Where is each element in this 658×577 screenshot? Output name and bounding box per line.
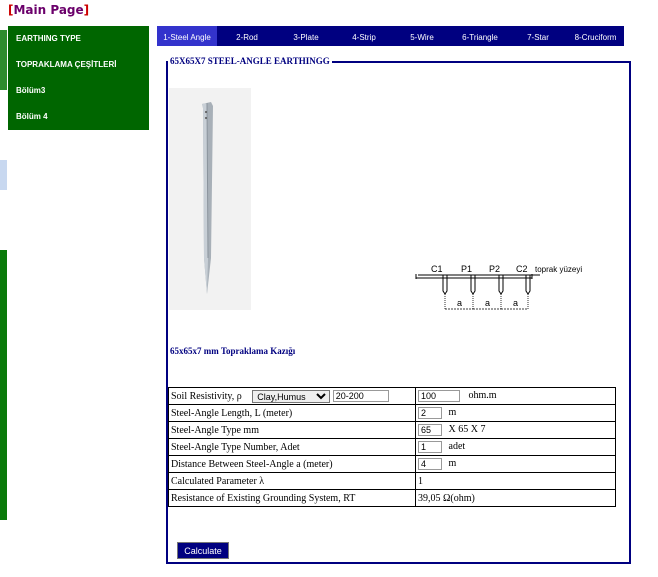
resistance-label: Resistance of Existing Grounding System,… [168,489,416,507]
stake-caption: 65x65x7 mm Topraklama Kazığı [170,346,296,356]
resistance-value: 39,05 Ω(ohm) [415,489,616,507]
table-row: Steel-Angle Type mm X 65 X 7 [168,421,616,439]
tab-wire[interactable]: 5-Wire [393,26,451,46]
soil-range-field[interactable] [332,390,389,402]
calculated-parameter-label: Calculated Parameter λ [168,472,416,490]
table-cell: X 65 X 7 [415,421,616,439]
table-cell: Soil Resistivity, ρ Clay,Humus [168,387,416,405]
steel-angle-type-unit: X 65 X 7 [448,424,486,436]
bracket-close: ] [83,3,90,17]
left-edge-strip [0,0,7,577]
sidebar-item-earthing-type[interactable]: EARTHING TYPE [16,34,81,43]
diagram-label-c1: C1 [431,264,443,274]
steel-angle-number-unit: adet [448,441,466,453]
main-page-link[interactable]: Main Page [13,3,83,17]
soil-resistivity-label: Soil Resistivity, ρ [171,390,242,402]
steel-angle-type-label: Steel-Angle Type mm [168,421,416,439]
steel-angle-distance-input[interactable] [418,458,442,470]
steel-angle-stake-icon [202,102,213,294]
tab-plate[interactable]: 3-Plate [277,26,335,46]
calculate-button[interactable]: Calculate [177,542,229,559]
steel-angle-length-unit: m [448,407,457,419]
tab-star[interactable]: 7-Star [509,26,567,46]
sidebar-item-bolum3[interactable]: Bölüm3 [16,86,45,95]
diagram-spacing-a1: a [457,298,462,308]
steel-angle-distance-label: Distance Between Steel-Angle a (meter) [168,455,416,473]
table-row: Soil Resistivity, ρ Clay,Humus ohm.m [168,387,616,405]
table-cell: ohm.m [415,387,616,405]
tab-strip[interactable]: 4-Strip [335,26,393,46]
tab-bar: 1-Steel Angle 2-Rod 3-Plate 4-Strip 5-Wi… [157,26,624,46]
steel-angle-distance-unit: m [448,458,457,470]
ground-electrode-diagram: C1 P1 P2 C2 toprak yüzeyi a a a [415,264,582,310]
calculation-table: Soil Resistivity, ρ Clay,Humus ohm.m Ste… [168,387,616,507]
panel-title: 65X65X7 STEEL-ANGLE EARTHINGG [168,56,332,66]
steel-angle-stake-image [169,88,251,310]
soil-type-select[interactable]: Clay,Humus [252,389,331,403]
diagram-label-c2: C2 [516,264,528,274]
table-cell: adet [415,438,616,456]
table-cell: m [415,455,616,473]
diagram-spacing-a3: a [513,298,518,308]
table-row: Calculated Parameter λ 1 [168,472,616,490]
sidebar-item-topraklama-cesitleri[interactable]: TOPRAKLAMA ÇEŞİTLERİ [16,60,116,69]
tab-triangle[interactable]: 6-Triangle [451,26,509,46]
sidebar: EARTHING TYPE TOPRAKLAMA ÇEŞİTLERİ Bölüm… [8,26,149,130]
table-row: Resistance of Existing Grounding System,… [168,489,616,507]
steel-angle-type-input[interactable] [418,424,442,436]
steel-angle-number-label: Steel-Angle Type Number, Adet [168,438,416,456]
tab-cruciform[interactable]: 8-Cruciform [567,26,624,46]
diagram-surface-label: toprak yüzeyi [535,265,582,274]
calculated-parameter-value: 1 [415,472,616,490]
main-page-link-wrapper: [Main Page] [8,3,89,17]
diagram-label-p2: P2 [489,264,500,274]
table-row: Distance Between Steel-Angle a (meter) m [168,455,616,473]
table-row: Steel-Angle Type Number, Adet adet [168,438,616,456]
tab-rod[interactable]: 2-Rod [217,26,277,46]
diagram-spacing-a2: a [485,298,490,308]
steel-angle-length-label: Steel-Angle Length, L (meter) [168,404,416,422]
diagram-label-p1: P1 [461,264,472,274]
tab-steel-angle[interactable]: 1-Steel Angle [157,26,217,46]
sidebar-item-bolum4[interactable]: Bölüm 4 [16,112,48,121]
table-cell: m [415,404,616,422]
steel-angle-length-input[interactable] [418,407,442,419]
table-row: Steel-Angle Length, L (meter) m [168,404,616,422]
soil-resistivity-unit: ohm.m [468,390,497,402]
steel-angle-number-input[interactable] [418,441,442,453]
soil-resistivity-input[interactable] [418,390,460,402]
